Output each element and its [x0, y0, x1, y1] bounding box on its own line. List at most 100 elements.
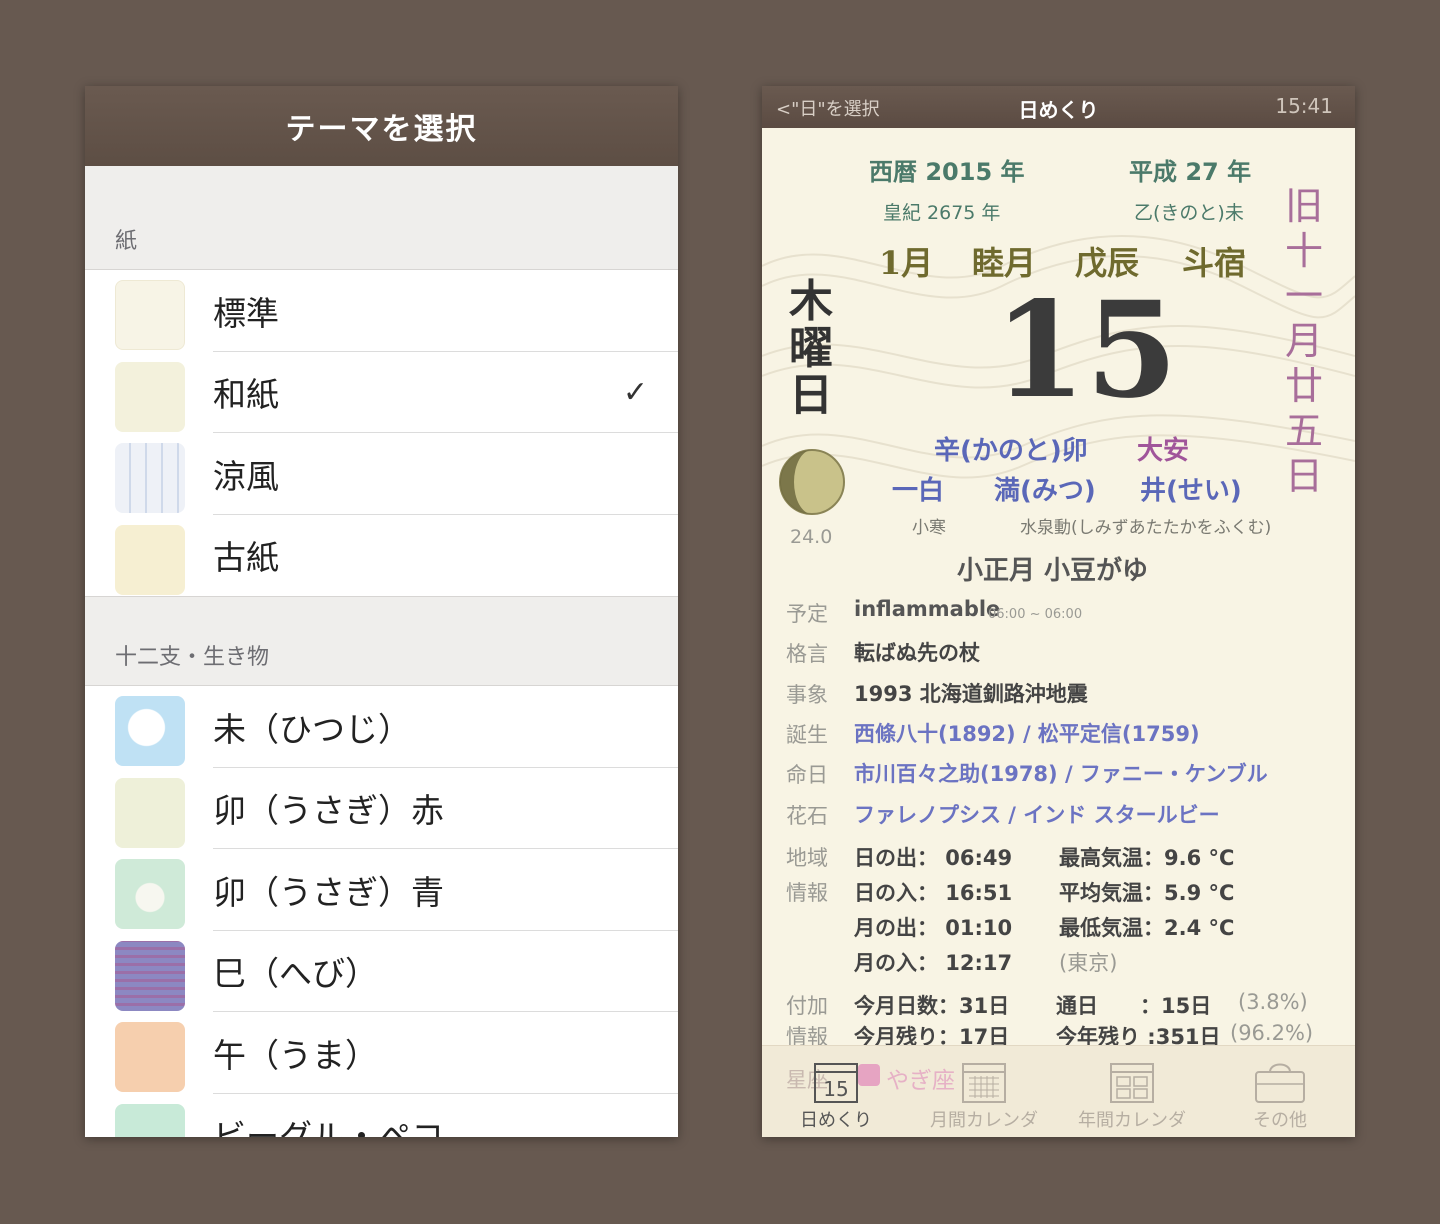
theme-row-beagle[interactable]: ビーグル・ペコ [85, 1093, 678, 1137]
tanjou-value[interactable]: 西條八十(1892) / 松平定信(1759) [854, 718, 1200, 748]
lunar-char: 一 [1284, 274, 1323, 318]
theme-label: 未（ひつじ） [213, 709, 411, 749]
theme-thumbnail [115, 524, 185, 595]
month: 1月 [879, 244, 934, 282]
sunrise: 日の出： 06:49 [854, 846, 1013, 870]
section-title: 十二支・生き物 [115, 645, 270, 670]
juunichoku: 満(みつ) [994, 476, 1096, 506]
theme-row-washi[interactable]: 和紙 ✓ [85, 351, 678, 433]
theme-row-suzukaze[interactable]: 涼風 [85, 433, 678, 515]
meinichi-value[interactable]: 市川百々之助(1978) / ファニー・ケンブル [854, 758, 1268, 788]
heisei-year: 平成 27 年 [1129, 158, 1252, 186]
yotei-time: 06:00 ~ 06:00 [988, 607, 1083, 622]
theme-label: 午（うま） [213, 1035, 378, 1075]
snake-thumbnail [115, 940, 185, 1011]
theme-row-hyoujun[interactable]: 標準 [85, 270, 678, 352]
rabbit-thumbnail [115, 777, 185, 848]
theme-row-uma[interactable]: 午（うま） [85, 1012, 678, 1094]
theme-thumbnail [115, 280, 185, 350]
weekday-char: 曜 [789, 323, 833, 374]
yotei-value[interactable]: inflammable [854, 597, 1000, 621]
weekday-char: 日 [789, 370, 833, 421]
max-temp: 最高気温：9.6 °C [1059, 846, 1235, 870]
seireki-year: 西暦 2015 年 [869, 158, 1025, 186]
shuku2: 井(せい) [1140, 476, 1242, 506]
kou: 水泉動(しみずあたたかをふくむ) [1020, 518, 1272, 538]
fuka-label: 付加 [786, 994, 828, 1018]
page-title: テーマを選択 [285, 112, 478, 147]
sekki: 小寒 [912, 518, 946, 538]
moon-phase-icon [779, 449, 845, 515]
chiiki-label-2: 情報 [786, 881, 828, 905]
kyusei: 一白 [892, 476, 945, 506]
rabbit-thumbnail [115, 859, 185, 929]
theme-label: ビーグル・ペコ [213, 1117, 444, 1137]
section-header-paper: 紙 [85, 166, 678, 270]
theme-row-hebi[interactable]: 巳（へび） [85, 930, 678, 1012]
tab-label: 日めくり [800, 1110, 872, 1131]
kaseki-value[interactable]: ファレノプシス / インド スタールビー [854, 799, 1220, 829]
lunar-char: 旧 [1284, 184, 1323, 228]
tsuujitsu: 通日 ：15日 [1056, 994, 1212, 1018]
theme-row-usagi-ao[interactable]: 卯（うさぎ）青 [85, 849, 678, 931]
tab-daily[interactable]: 15 日めくり [762, 1046, 910, 1137]
theme-label: 巳（へび） [213, 954, 378, 994]
theme-label: 卯（うさぎ）赤 [213, 791, 444, 831]
min-temp: 最低気温：2.4 °C [1059, 916, 1235, 940]
sunset: 日の入： 16:51 [854, 881, 1013, 905]
jishou-value: 1993 北海道釧路沖地震 [854, 682, 1088, 706]
lunar-char: 五 [1284, 409, 1323, 453]
sheep-thumbnail [115, 696, 185, 766]
tanjou-label: 誕生 [786, 723, 828, 747]
checkmark-icon: ✓ [622, 374, 648, 410]
theme-select-screen: テーマを選択 紙 標準 和紙 ✓ 涼風 古紙 十二支・生き物 未（ひつじ） 卯（… [85, 86, 678, 1137]
chiiki-label: 地域 [786, 846, 828, 870]
tab-other[interactable]: その他 [1206, 1046, 1354, 1137]
daily-calendar-screen: <"日"を選択 日めくり 15:41 西暦 2015 年 平成 27 年 皇紀 … [762, 86, 1355, 1137]
theme-label: 涼風 [213, 456, 279, 496]
kakugen-value: 転ばぬ先の杖 [854, 641, 980, 665]
theme-label: 標準 [213, 293, 279, 333]
theme-row-koshi[interactable]: 古紙 [85, 514, 678, 596]
eto-year: 乙(きのと)未 [1134, 202, 1244, 224]
moonset: 月の入： 12:17 [854, 951, 1013, 975]
lunar-char: 廿 [1284, 364, 1323, 408]
nav-bar: <"日"を選択 日めくり 15:41 [762, 86, 1355, 128]
weekday-vertical: 木 曜 日 [786, 278, 836, 419]
theme-row-hitsuji[interactable]: 未（ひつじ） [85, 686, 678, 768]
beagle-thumbnail [115, 1103, 185, 1137]
month-days: 今月日数：31日 [854, 994, 1010, 1018]
moon-age: 24.0 [790, 526, 833, 548]
tab-yearly[interactable]: 年間カレンダ [1058, 1046, 1206, 1137]
location: (東京) [1059, 951, 1118, 975]
moonrise: 月の出： 01:10 [854, 916, 1013, 940]
month-calendar-icon [962, 1063, 1006, 1103]
weekday-char: 木 [789, 276, 833, 327]
yotei-label: 予定 [786, 602, 828, 626]
lunar-char: 月 [1284, 319, 1323, 363]
clock-time: 15:41 [1275, 94, 1333, 118]
event-title: 小正月 小豆がゆ [957, 556, 1149, 586]
day-number: 15 [994, 273, 1178, 428]
day-kanshi: 辛(かのと)卯 [934, 436, 1088, 466]
theme-label: 和紙 [213, 375, 279, 415]
rokuyo: 大安 [1137, 436, 1190, 466]
kouki-year: 皇紀 2675 年 [883, 202, 1001, 224]
zodiac-theme-list: 未（ひつじ） 卯（うさぎ）赤 卯（うさぎ）青 巳（へび） 午（うま） ビーグル・… [85, 686, 678, 1137]
year-left-pct: (96.2%) [1230, 1021, 1314, 1045]
section-title: 紙 [115, 229, 138, 254]
shuku: 斗宿 [1182, 244, 1247, 282]
theme-thumbnail [115, 443, 185, 513]
paper-theme-list: 標準 和紙 ✓ 涼風 古紙 [85, 270, 678, 596]
lunar-char: 日 [1284, 454, 1323, 498]
kakugen-label: 格言 [786, 642, 828, 666]
jishou-label: 事象 [786, 683, 828, 707]
theme-label: 卯（うさぎ）青 [213, 872, 444, 912]
tsuujitsu-pct: (3.8%) [1238, 990, 1308, 1014]
meinichi-label: 命日 [786, 763, 828, 787]
tab-label: その他 [1253, 1110, 1307, 1131]
page-title: 日めくり [1018, 98, 1099, 122]
theme-row-usagi-aka[interactable]: 卯（うさぎ）赤 [85, 767, 678, 849]
day-calendar-icon: 15 [814, 1063, 858, 1103]
tab-monthly[interactable]: 月間カレンダ [910, 1046, 1058, 1137]
